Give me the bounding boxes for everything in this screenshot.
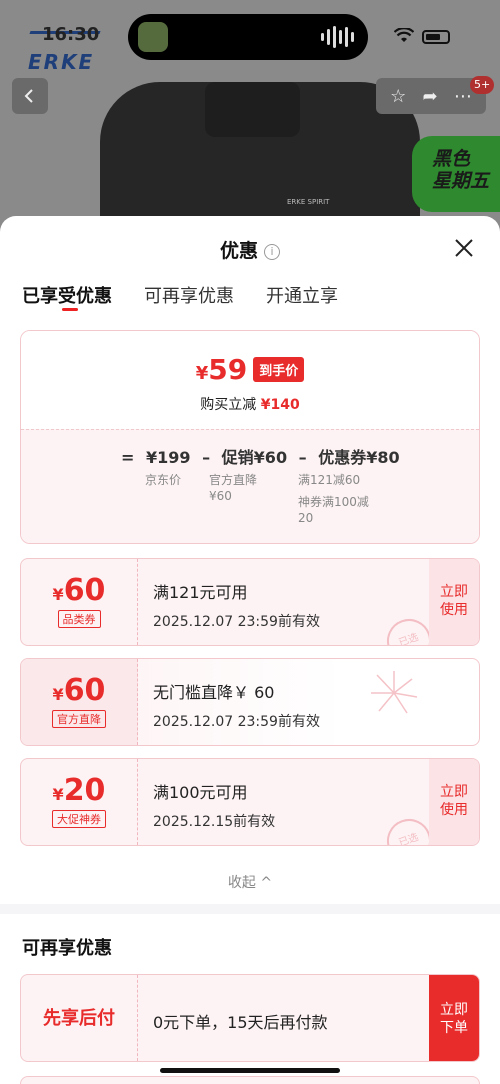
share-icon[interactable]: ➦ [423, 86, 438, 107]
firework-decoration-icon [371, 671, 418, 714]
home-indicator[interactable] [160, 1068, 340, 1073]
original-price-caption: 京东价 [145, 473, 182, 487]
back-button[interactable] [12, 78, 48, 114]
coupon-condition: 满100元可用 [153, 783, 248, 802]
info-icon[interactable]: i [264, 244, 280, 260]
coupon-card: ¥60 官方直降 无门槛直降￥ 60 2025.12.07 23:59前有效 [20, 658, 480, 746]
wifi-icon [393, 27, 415, 48]
black-friday-banner[interactable]: 黑色 星期五 [412, 136, 500, 212]
product-page-background: ERKE SPIRIT ERKE 16:30 ☆ ➦ ⋯ 5+ 黑色 星期五 [0, 0, 500, 240]
dynamic-island [128, 14, 368, 60]
now-playing-avatar [138, 22, 168, 52]
coupon-value: ¥60 品类券 [21, 559, 138, 645]
bnpl-name: 先享后付 [21, 975, 138, 1061]
tab-more-discounts[interactable]: 可再享优惠 [144, 280, 234, 330]
battery-icon [422, 30, 450, 44]
tab-activate[interactable]: 开通立享 [266, 280, 338, 330]
price-equation: = ¥199 – 促销¥60 – 优惠券¥80 [121, 448, 400, 467]
coupon-card[interactable]: ¥60 品类券 满121元可用 2025.12.07 23:59前有效 已选 立… [20, 558, 480, 646]
brand-logo: ERKE [28, 50, 95, 74]
use-now-button[interactable]: 立即 使用 [429, 759, 479, 845]
discount-sheet: 优惠 i 已享受优惠 可再享优惠 开通立享 ¥59 到手价 购买立减 ¥140 =… [0, 216, 500, 1084]
more-icon[interactable]: ⋯ [454, 86, 472, 107]
reduce-amount: ¥140 [260, 397, 300, 413]
bnpl-description: 0元下单，15天后再付款 [153, 1013, 328, 1032]
coupon-details: 满100元可用 2025.12.15前有效 [153, 779, 275, 831]
more-discounts-title: 可再享优惠 [22, 938, 112, 959]
promo-caption-2: ¥60 [209, 489, 232, 503]
use-now-button[interactable]: 立即 使用 [429, 559, 479, 645]
price-breakdown: = ¥199 – 促销¥60 – 优惠券¥80 京东价 官方直降 ¥60 满12… [21, 429, 479, 543]
product-image-collar [205, 82, 300, 137]
sheet-title: 优惠 [219, 240, 258, 262]
coupon-condition: 无门槛直降￥ 60 [153, 683, 275, 702]
close-button[interactable] [450, 234, 478, 262]
next-offer-card [20, 1076, 480, 1084]
coupon-expiry: 2025.12.15前有效 [153, 814, 276, 830]
coupon-card[interactable]: ¥20 大促神券 满100元可用 2025.12.15前有效 已选 立即 使用 [20, 758, 480, 846]
coupon-condition: 满121元可用 [153, 583, 248, 602]
tab-bar: 已享受优惠 可再享优惠 开通立享 [0, 280, 500, 330]
final-price: ¥59 [195, 353, 248, 386]
tab-enjoyed[interactable]: 已享受优惠 [22, 280, 112, 330]
sheet-header: 优惠 i [0, 216, 500, 280]
notification-badge: 5+ [470, 76, 495, 94]
coupon-type-label: 品类券 [57, 610, 101, 628]
audio-wave-icon [321, 26, 354, 48]
sheet-title-wrap: 优惠 i [0, 236, 500, 263]
coupon-type-label: 官方直降 [52, 710, 106, 728]
product-logo: ERKE SPIRIT [287, 198, 330, 206]
coupon-details: 无门槛直降￥ 60 2025.12.07 23:59前有效 [153, 679, 320, 731]
coupon-type-label: 大促神券 [52, 810, 106, 828]
coupon-caption-3: 20 [298, 511, 314, 525]
promo-caption-1: 官方直降 [209, 473, 258, 487]
final-price-line: ¥59 到手价 [21, 353, 479, 386]
reduce-line: 购买立减 ¥140 [200, 397, 300, 413]
favorite-star-icon[interactable]: ☆ [390, 86, 406, 107]
coupon-expiry: 2025.12.07 23:59前有效 [153, 614, 320, 630]
buy-now-pay-later-card[interactable]: 先享后付 0元下单，15天后再付款 立即 下单 [20, 974, 480, 1062]
price-summary-top: ¥59 到手价 购买立减 ¥140 [21, 331, 479, 429]
section-divider [0, 904, 500, 914]
coupon-value: ¥60 官方直降 [21, 659, 138, 745]
collapse-button[interactable]: 收起 ^ [0, 860, 500, 900]
coupon-caption-2: 神券满100减 [298, 495, 369, 509]
order-now-button[interactable]: 立即 下单 [429, 975, 479, 1061]
coupon-details: 满121元可用 2025.12.07 23:59前有效 [153, 579, 320, 631]
final-price-tag: 到手价 [253, 357, 305, 382]
status-time: 16:30 [42, 24, 100, 45]
coupon-expiry: 2025.12.07 23:59前有效 [153, 714, 320, 730]
price-summary-card: ¥59 到手价 购买立减 ¥140 = ¥199 – 促销¥60 – 优惠券¥8… [20, 330, 480, 544]
coupon-caption-1: 满121减60 [298, 473, 361, 487]
coupon-value: ¥20 大促神券 [21, 759, 138, 845]
